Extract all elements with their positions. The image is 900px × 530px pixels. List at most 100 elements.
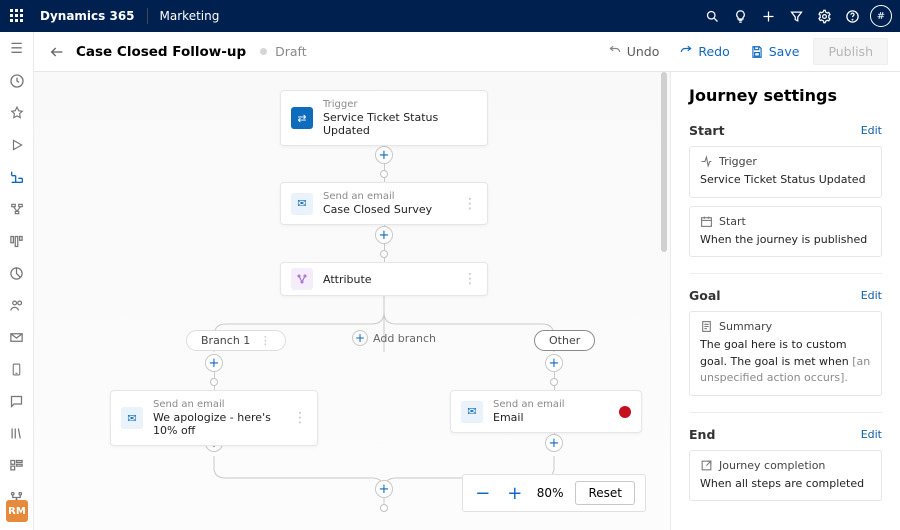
- mail-icon: ✉: [121, 407, 143, 429]
- node-more-button[interactable]: ⋮: [463, 272, 477, 286]
- connector-dot: [380, 170, 388, 178]
- filter-icon[interactable]: [782, 0, 810, 32]
- swap-icon: ⇄: [291, 107, 313, 129]
- branch-pill-branch1[interactable]: Branch 1 ⋮: [186, 330, 286, 351]
- card-label: Journey completion: [719, 459, 825, 472]
- product-name: Dynamics 365: [40, 9, 135, 23]
- module-name[interactable]: Marketing: [160, 9, 220, 23]
- hamburger-icon[interactable]: ☰: [6, 38, 28, 60]
- node-name: Service Ticket Status Updated: [323, 111, 477, 137]
- branch-label: Branch 1: [201, 334, 250, 347]
- connector-dot: [380, 250, 388, 258]
- card-start[interactable]: Start When the journey is published: [689, 206, 882, 258]
- add-step-button[interactable]: +: [375, 146, 393, 164]
- node-name: We apologize - here's 10% off: [153, 411, 283, 437]
- card-label: Trigger: [719, 155, 757, 168]
- node-email-survey[interactable]: ✉ Send an email Case Closed Survey ⋮: [280, 182, 488, 225]
- help-icon[interactable]: [838, 0, 866, 32]
- recent-icon[interactable]: [6, 70, 28, 92]
- phone-icon[interactable]: [6, 358, 28, 380]
- completion-icon: [700, 459, 713, 472]
- library-icon[interactable]: [6, 422, 28, 444]
- zoom-out-button[interactable]: −: [473, 483, 493, 503]
- status-dot: [260, 48, 267, 55]
- card-value: Service Ticket Status Updated: [700, 172, 871, 189]
- branch-more-button[interactable]: ⋮: [260, 334, 271, 347]
- journey-canvas[interactable]: + + + + + + + ⇄ Trigger Service Ticket S…: [34, 72, 670, 530]
- node-name: Attribute: [323, 273, 372, 286]
- save-button[interactable]: Save: [744, 40, 806, 63]
- lightbulb-icon[interactable]: [726, 0, 754, 32]
- card-value: When all steps are completed: [700, 476, 871, 493]
- panel-title: Journey settings: [689, 86, 882, 105]
- zoom-in-button[interactable]: +: [505, 483, 525, 503]
- zoom-level: 80%: [537, 486, 564, 500]
- panel-divider: [689, 412, 882, 413]
- node-email-other[interactable]: ✉ Send an email Email: [450, 390, 642, 433]
- redo-label: Redo: [698, 44, 729, 59]
- node-attribute[interactable]: Attribute ⋮: [280, 262, 488, 296]
- add-icon[interactable]: [754, 0, 782, 32]
- journeys-icon[interactable]: [6, 166, 28, 188]
- back-button[interactable]: [46, 41, 68, 63]
- section-heading-goal: Goal: [689, 288, 721, 303]
- card-label: Summary: [719, 320, 772, 333]
- add-branch-label: Add branch: [373, 332, 436, 345]
- assets-icon[interactable]: [6, 230, 28, 252]
- undo-button[interactable]: Undo: [602, 40, 666, 63]
- add-step-button[interactable]: +: [545, 354, 563, 372]
- waffle-icon[interactable]: [8, 7, 26, 25]
- card-value: When the journey is published: [700, 232, 871, 249]
- node-more-button[interactable]: ⋮: [293, 411, 307, 425]
- trigger-icon: [700, 155, 713, 168]
- summary-icon: [700, 320, 713, 333]
- segments-icon[interactable]: [6, 294, 28, 316]
- node-name: Email: [493, 411, 565, 424]
- node-trigger[interactable]: ⇄ Trigger Service Ticket Status Updated: [280, 90, 488, 146]
- error-badge: [619, 406, 631, 418]
- add-step-button[interactable]: +: [375, 480, 393, 498]
- status-label: Draft: [275, 44, 307, 59]
- add-step-button[interactable]: +: [375, 226, 393, 244]
- add-step-button[interactable]: +: [545, 434, 563, 452]
- page-title: Case Closed Follow-up: [76, 44, 246, 60]
- mail-icon: ✉: [291, 193, 313, 215]
- play-icon[interactable]: [6, 134, 28, 156]
- connector-dot: [210, 378, 218, 386]
- templates-icon[interactable]: [6, 454, 28, 476]
- card-label: Start: [719, 215, 746, 228]
- mail-icon[interactable]: [6, 326, 28, 348]
- zoom-controls: − + 80% Reset: [462, 474, 646, 512]
- card-trigger[interactable]: Trigger Service Ticket Status Updated: [689, 146, 882, 198]
- settings-icon[interactable]: [810, 0, 838, 32]
- redo-button[interactable]: Redo: [673, 40, 735, 63]
- card-end[interactable]: Journey completion When all steps are co…: [689, 450, 882, 502]
- user-avatar[interactable]: #: [870, 5, 892, 27]
- edit-goal-button[interactable]: Edit: [861, 289, 882, 302]
- panel-divider: [689, 273, 882, 274]
- analytics-icon[interactable]: [6, 262, 28, 284]
- card-goal[interactable]: Summary The goal here is to custom goal.…: [689, 311, 882, 396]
- node-more-button[interactable]: ⋮: [463, 197, 477, 211]
- add-branch-button[interactable]: + Add branch: [352, 330, 436, 346]
- edit-end-button[interactable]: Edit: [861, 428, 882, 441]
- node-email-apology[interactable]: ✉ Send an email We apologize - here's 10…: [110, 390, 318, 446]
- connector-dot: [550, 378, 558, 386]
- plus-circle-icon: +: [352, 330, 368, 346]
- canvas-scrollbar[interactable]: [661, 72, 667, 252]
- node-name: Case Closed Survey: [323, 203, 432, 216]
- branch-pill-other[interactable]: Other: [534, 330, 595, 351]
- publish-button[interactable]: Publish: [813, 38, 888, 65]
- pin-icon[interactable]: [6, 102, 28, 124]
- edit-start-button[interactable]: Edit: [861, 124, 882, 137]
- add-step-button[interactable]: +: [205, 354, 223, 372]
- node-type: Trigger: [323, 99, 477, 110]
- zoom-reset-button[interactable]: Reset: [575, 481, 635, 505]
- chat-icon[interactable]: [6, 390, 28, 412]
- branch-label: Other: [549, 334, 580, 347]
- channels-icon[interactable]: [6, 198, 28, 220]
- search-icon[interactable]: [698, 0, 726, 32]
- journey-settings-panel: Journey settings Start Edit Trigger Serv…: [670, 72, 900, 530]
- workspace-avatar[interactable]: RM: [6, 500, 28, 522]
- card-value: The goal here is to custom goal. The goa…: [700, 337, 871, 387]
